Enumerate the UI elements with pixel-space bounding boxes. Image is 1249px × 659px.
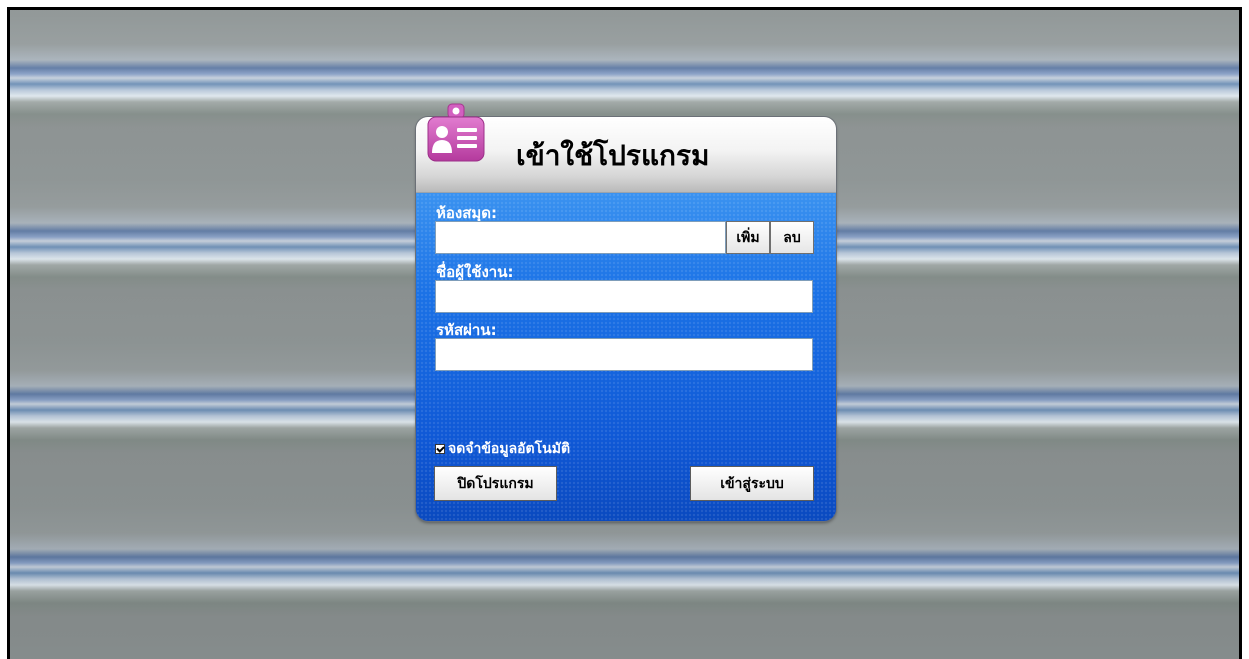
remember-checkbox-row[interactable]: จดจำข้อมูลอัตโนมัติ	[435, 438, 570, 460]
login-button[interactable]: เข้าสู่ระบบ	[690, 466, 814, 501]
username-input[interactable]	[435, 280, 813, 313]
login-title: เข้าใช้โปรแกรม	[516, 139, 710, 172]
remember-label: จดจำข้อมูลอัตโนมัติ	[448, 441, 571, 457]
id-badge-icon	[427, 103, 485, 162]
login-form: ห้องสมุด: เพิ่ม ลบ ชื่อผู้ใช้งาน: รหัสผ่…	[416, 193, 836, 521]
add-library-button[interactable]: เพิ่ม	[726, 221, 770, 254]
remember-checkbox[interactable]	[435, 444, 445, 454]
password-input[interactable]	[435, 338, 813, 371]
close-program-button[interactable]: ปิดโปรแกรม	[434, 466, 557, 501]
delete-library-button[interactable]: ลบ	[770, 221, 814, 254]
library-input[interactable]	[435, 221, 726, 254]
login-dialog: เข้าใช้โปรแกรม ห้องสมุด: เพิ่ม ลบ ชื่อผู…	[416, 103, 836, 521]
